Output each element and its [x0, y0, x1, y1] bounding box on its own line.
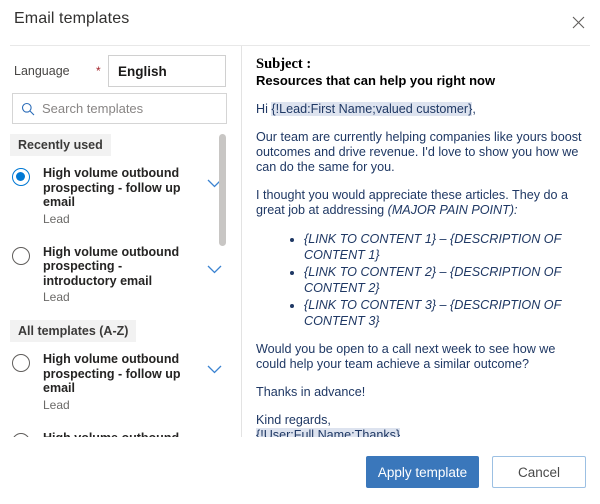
language-label: Language	[14, 64, 70, 78]
dialog-header: Email templates	[0, 0, 600, 45]
body-paragraph-1: Our team are currently helping companies…	[256, 130, 582, 175]
template-name: High volume outbound prospecting - intro…	[43, 245, 191, 289]
list-item: {LINK TO CONTENT 3} – {DESCRIPTION OF CO…	[304, 297, 582, 329]
subject-value: Resources that can help you right now	[256, 73, 582, 89]
template-name: High volume outbound prospecting - follo…	[43, 352, 191, 396]
search-templates-box[interactable]	[12, 93, 227, 124]
required-asterisk: *	[96, 65, 101, 77]
template-radio[interactable]	[12, 354, 30, 372]
template-selector-pane: Language * English Recently used High vo…	[0, 46, 241, 437]
close-button[interactable]	[562, 6, 594, 38]
template-info: High volume outbound prospecting - intro…	[43, 244, 199, 305]
close-icon	[572, 16, 585, 29]
template-radio[interactable]	[12, 247, 30, 265]
dialog-footer: Apply template Cancel	[0, 442, 600, 504]
list-item[interactable]: High volume outbound prospecting - follo…	[0, 156, 241, 235]
language-value: English	[109, 64, 167, 79]
template-entity: Lead	[43, 290, 199, 304]
template-radio[interactable]	[12, 433, 30, 438]
search-icon	[21, 102, 35, 116]
template-info: High volume outbound prospecting - follo…	[43, 351, 199, 412]
body-paragraph-3: Would you be open to a call next week to…	[256, 342, 582, 372]
apply-template-button[interactable]: Apply template	[366, 456, 479, 488]
list-item[interactable]: High volume outbound prospecting - intro…	[0, 421, 241, 438]
content-link-list: {LINK TO CONTENT 1} – {DESCRIPTION OF CO…	[256, 231, 582, 329]
template-entity: Lead	[43, 212, 199, 226]
greeting-line: Hi {!Lead:First Name;valued customer},	[256, 102, 582, 117]
subject-label: Subject :	[256, 56, 582, 73]
greeting-suffix: ,	[472, 102, 476, 116]
list-item[interactable]: High volume outbound prospecting - intro…	[0, 235, 241, 314]
template-list-scrollbar-thumb[interactable]	[219, 134, 226, 246]
list-item: {LINK TO CONTENT 2} – {DESCRIPTION OF CO…	[304, 264, 582, 296]
signoff-text: Kind regards,	[256, 413, 331, 427]
page-title: Email templates	[14, 10, 129, 28]
template-radio[interactable]	[12, 168, 30, 186]
template-entity: Lead	[43, 398, 199, 412]
list-item: {LINK TO CONTENT 1} – {DESCRIPTION OF CO…	[304, 231, 582, 263]
section-header-all-templates[interactable]: All templates (A-Z)	[10, 320, 136, 342]
lead-first-name-token: {!Lead:First Name;valued customer}	[271, 102, 472, 116]
section-recently-used: Recently used High volume outbound prosp…	[0, 134, 241, 313]
language-row: Language * English	[0, 55, 241, 91]
signoff-block: Kind regards,{!User:Full Name;Thanks}	[256, 413, 582, 437]
template-name: High volume outbound prospecting - follo…	[43, 166, 191, 210]
body-paragraph-4: Thanks in advance!	[256, 385, 582, 400]
language-select[interactable]: English	[108, 55, 226, 87]
template-name: High volume outbound prospecting - intro…	[43, 431, 191, 438]
template-list: Recently used High volume outbound prosp…	[0, 134, 241, 437]
body-paragraph-2: I thought you would appreciate these art…	[256, 188, 582, 218]
list-item[interactable]: High volume outbound prospecting - follo…	[0, 342, 241, 421]
user-full-name-token: {!User:Full Name;Thanks}	[256, 428, 400, 437]
cancel-button[interactable]: Cancel	[492, 456, 586, 488]
search-input[interactable]	[42, 101, 207, 116]
greeting-prefix: Hi	[256, 102, 271, 116]
template-info: High volume outbound prospecting - intro…	[43, 430, 199, 438]
email-preview-pane: Subject : Resources that can help you ri…	[242, 46, 600, 437]
pain-point-placeholder: (MAJOR PAIN POINT):	[388, 203, 518, 217]
section-all-templates: All templates (A-Z) High volume outbound…	[0, 320, 241, 437]
template-info: High volume outbound prospecting - follo…	[43, 165, 199, 226]
section-header-recently-used[interactable]: Recently used	[10, 134, 111, 156]
